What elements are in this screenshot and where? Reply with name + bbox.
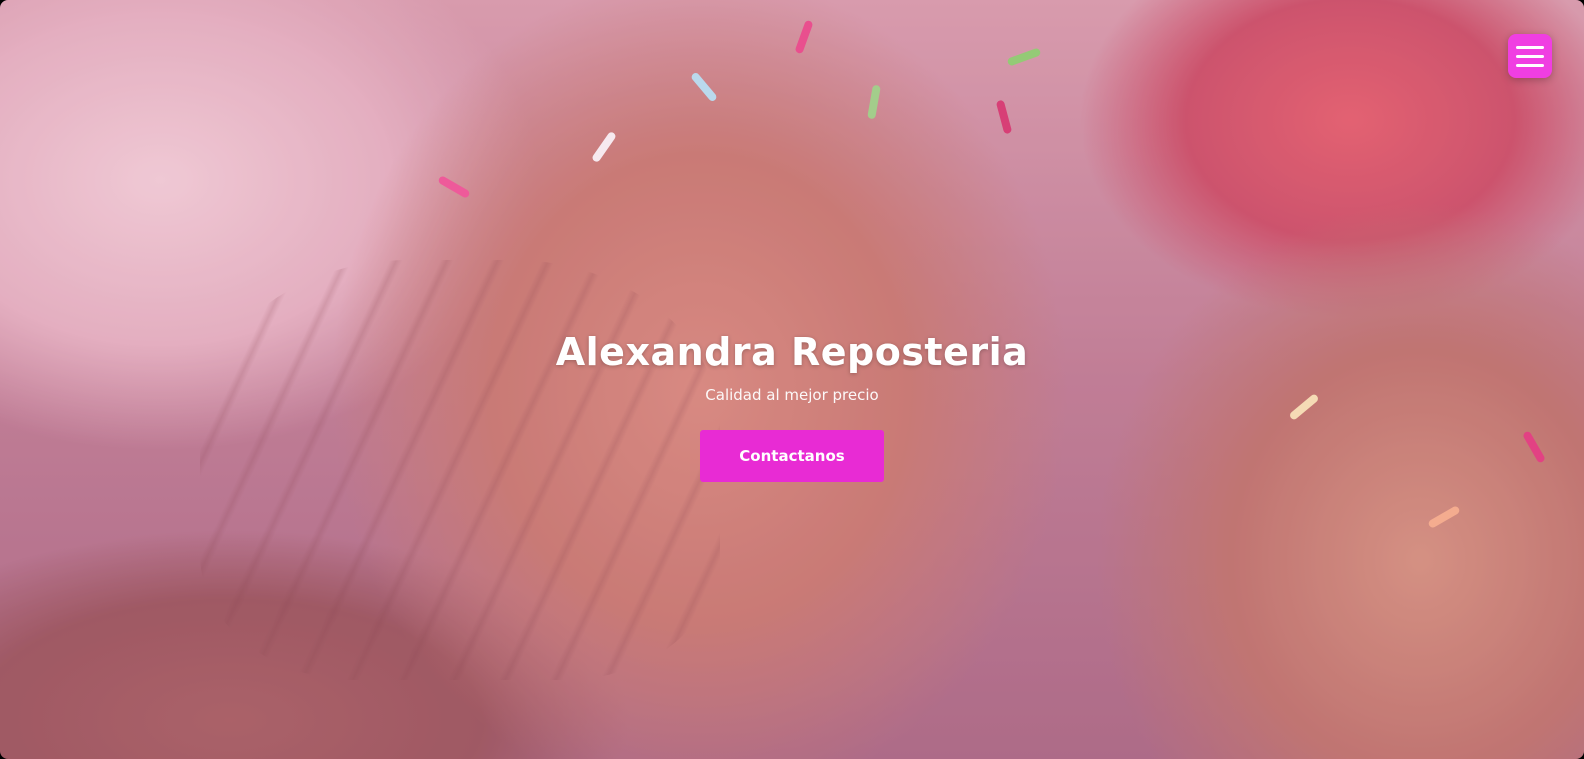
hamburger-menu-icon-bar	[1516, 63, 1544, 67]
site-title: Alexandra Reposteria	[555, 330, 1029, 374]
hamburger-menu-icon-bar	[1516, 54, 1544, 58]
menu-button[interactable]	[1508, 34, 1552, 78]
hamburger-menu-icon	[1516, 45, 1544, 49]
contact-button[interactable]: Contactanos	[700, 430, 884, 482]
site-tagline: Calidad al mejor precio	[705, 386, 879, 404]
hero-section: Alexandra Reposteria Calidad al mejor pr…	[0, 0, 1584, 759]
hero-content: Alexandra Reposteria Calidad al mejor pr…	[0, 330, 1584, 482]
